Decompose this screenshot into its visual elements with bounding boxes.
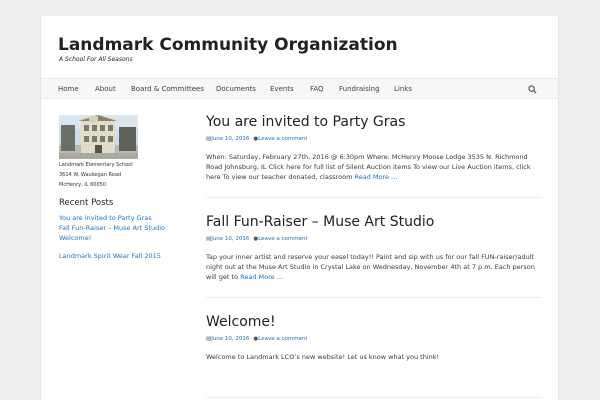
address-line: McHenry, IL 60050 xyxy=(59,182,107,188)
post-date[interactable]: June 10, 2016 xyxy=(211,336,249,342)
post-excerpt-text: Welcome to Landmark LCO’s new website! L… xyxy=(206,353,440,361)
school-building-image xyxy=(59,115,138,159)
search-icon[interactable] xyxy=(528,85,537,94)
recent-post-link[interactable]: Fall Fun-Raiser – Muse Art Studio xyxy=(59,224,165,232)
post-date[interactable]: June 10, 2016 xyxy=(211,236,249,242)
nav-item-events[interactable]: Events xyxy=(270,79,294,100)
nav-item-documents[interactable]: Documents xyxy=(216,79,256,100)
leave-comment-link[interactable]: Leave a comment xyxy=(258,336,307,342)
leave-comment-link[interactable]: Leave a comment xyxy=(258,136,307,142)
post-date[interactable]: June 10, 2016 xyxy=(211,136,249,142)
address-line: 3614 W. Waukegan Road xyxy=(59,172,122,178)
recent-post-link[interactable]: You are invited to Party Gras xyxy=(59,214,152,222)
read-more-link[interactable]: Read More … xyxy=(355,173,398,181)
post-excerpt: Tap your inner artist and reserve your e… xyxy=(206,252,546,282)
post-divider xyxy=(206,197,542,198)
read-more-link[interactable]: Read More … xyxy=(240,273,283,281)
nav-item-home[interactable]: Home xyxy=(58,79,79,100)
recent-posts-heading: Recent Posts xyxy=(59,198,114,208)
post-meta: ▤June 10, 2016 ●Leave a comment xyxy=(206,136,308,142)
site-title[interactable]: Landmark Community Organization xyxy=(58,35,398,55)
recent-post-link[interactable]: Welcome! xyxy=(59,234,91,242)
nav-item-links[interactable]: Links xyxy=(394,79,412,100)
main-navigation: Home About Board & Committees Documents … xyxy=(41,78,558,99)
post-divider xyxy=(206,297,542,298)
post-divider xyxy=(206,397,542,398)
nav-item-fundraising[interactable]: Fundraising xyxy=(339,79,380,100)
address-line: Landmark Elementary School xyxy=(59,162,133,168)
page-container: Landmark Community Organization A School… xyxy=(40,16,559,400)
nav-item-faq[interactable]: FAQ xyxy=(310,79,324,100)
post-excerpt: When: Saturday, February 27th, 2016 @ 6:… xyxy=(206,152,546,182)
spirit-wear-link[interactable]: Landmark Spirit Wear Fall 2015 xyxy=(59,252,161,260)
nav-item-about[interactable]: About xyxy=(95,79,116,100)
site-tagline: A School For All Seasons xyxy=(59,56,133,63)
post-meta: ▤June 10, 2016 ●Leave a comment xyxy=(206,336,308,342)
post-meta: ▤June 10, 2016 ●Leave a comment xyxy=(206,236,308,242)
post-title[interactable]: Welcome! xyxy=(206,314,276,330)
post-title[interactable]: You are invited to Party Gras xyxy=(206,114,405,130)
post-title[interactable]: Fall Fun-Raiser – Muse Art Studio xyxy=(206,214,434,230)
nav-item-board-committees[interactable]: Board & Committees xyxy=(131,79,204,100)
leave-comment-link[interactable]: Leave a comment xyxy=(258,236,307,242)
post-excerpt: Welcome to Landmark LCO’s new website! L… xyxy=(206,352,546,362)
